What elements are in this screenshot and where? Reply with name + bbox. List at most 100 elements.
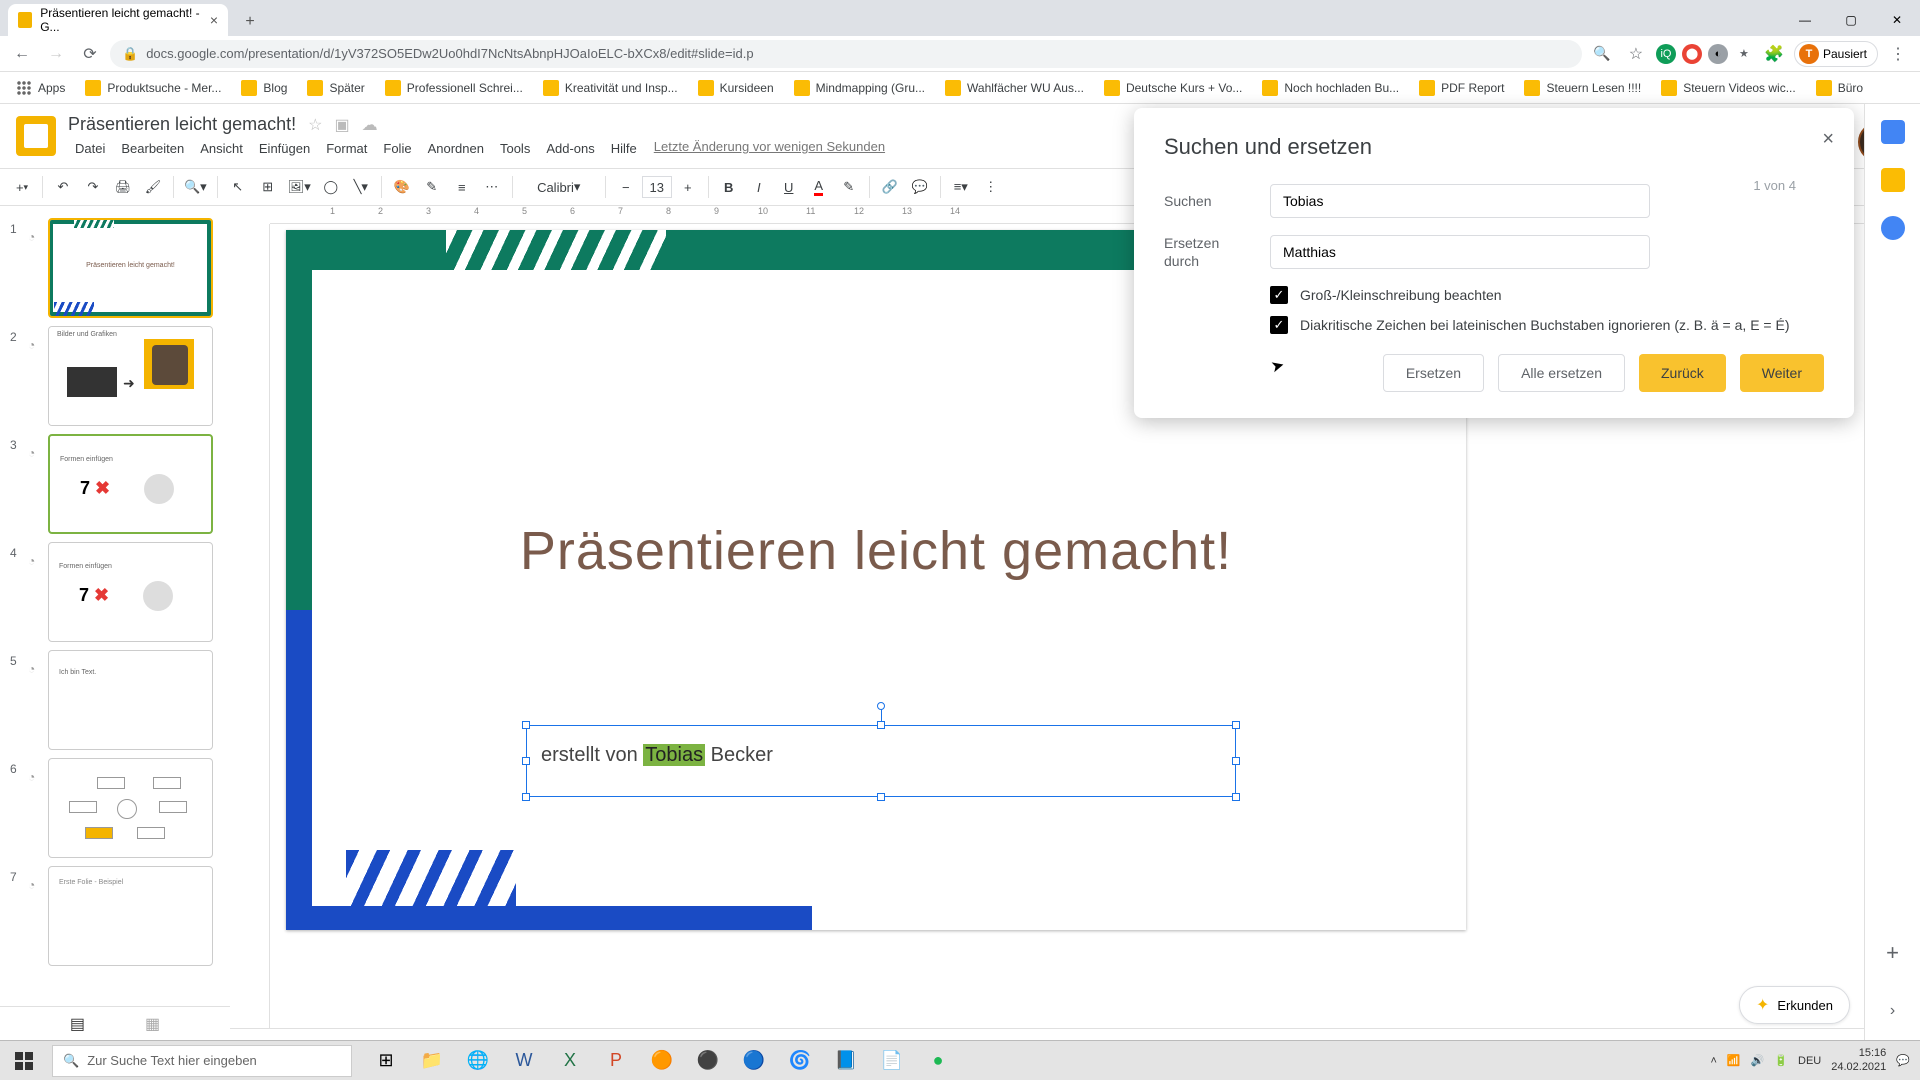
italic-button[interactable]: I <box>745 173 773 201</box>
shape-tool[interactable]: ◯ <box>317 173 345 201</box>
diacritics-checkbox[interactable]: ✓ <box>1270 316 1288 334</box>
bookmark-item[interactable]: Deutsche Kurs + Vo... <box>1096 76 1250 100</box>
star-icon[interactable]: ☆ <box>308 115 322 135</box>
transition-icon[interactable]: ◔ <box>28 338 42 352</box>
subtitle-text[interactable]: erstellt von Tobias Becker <box>527 726 1235 785</box>
select-tool[interactable]: ↖ <box>224 173 252 201</box>
slide-thumbnail-5[interactable]: Ich bin Text. <box>48 650 213 750</box>
maximize-button[interactable]: ▢ <box>1828 4 1874 36</box>
border-color-button[interactable]: ✎ <box>418 173 446 201</box>
border-weight-button[interactable]: ≡ <box>448 173 476 201</box>
replace-input[interactable] <box>1270 235 1650 269</box>
new-tab-button[interactable]: + <box>236 8 264 36</box>
new-slide-button[interactable]: +▾ <box>8 173 36 201</box>
transition-icon[interactable]: ◔ <box>28 662 42 676</box>
menu-anordnen[interactable]: Anordnen <box>421 139 491 158</box>
profile-button[interactable]: T Pausiert <box>1794 41 1878 67</box>
bookmark-item[interactable]: Professionell Schrei... <box>377 76 531 100</box>
menu-tools[interactable]: Tools <box>493 139 537 158</box>
bookmark-star-icon[interactable]: ☆ <box>1622 40 1650 68</box>
last-change-text[interactable]: Letzte Änderung vor wenigen Sekunden <box>654 139 885 158</box>
notepad-icon[interactable]: 📄 <box>870 1041 914 1081</box>
menu-datei[interactable]: Datei <box>68 139 112 158</box>
word-icon[interactable]: W <box>502 1041 546 1081</box>
image-tool[interactable]: 🖼▾ <box>284 173 315 201</box>
reload-button[interactable]: ⟳ <box>76 40 104 68</box>
cloud-icon[interactable]: ☁ <box>362 115 378 135</box>
resize-handle[interactable] <box>1232 793 1240 801</box>
chrome-icon[interactable]: 🔵 <box>732 1041 776 1081</box>
resize-handle[interactable] <box>522 757 530 765</box>
extension-icon-1[interactable]: iQ <box>1656 44 1676 64</box>
align-button[interactable]: ≡▾ <box>947 173 975 201</box>
menu-ansicht[interactable]: Ansicht <box>193 139 250 158</box>
bookmark-item[interactable]: Mindmapping (Gru... <box>786 76 933 100</box>
redo-button[interactable]: ↷ <box>79 173 107 201</box>
underline-button[interactable]: U <box>775 173 803 201</box>
bookmark-item[interactable]: Kursideen <box>690 76 782 100</box>
app2-icon[interactable]: 📘 <box>824 1041 868 1081</box>
apps-button[interactable]: Apps <box>8 76 73 100</box>
transition-icon[interactable]: ◔ <box>28 230 42 244</box>
extension-icon-4[interactable]: ★ <box>1734 44 1754 64</box>
clock[interactable]: 15:16 24.02.2021 <box>1831 1047 1886 1073</box>
menu-bearbeiten[interactable]: Bearbeiten <box>114 139 191 158</box>
edge-icon[interactable]: 🌐 <box>456 1041 500 1081</box>
slide-thumbnail-1[interactable]: Präsentieren leicht gemacht! <box>48 218 213 318</box>
grid-view-icon[interactable]: ▦ <box>145 1014 160 1034</box>
textbox-tool[interactable]: ⊞ <box>254 173 282 201</box>
volume-icon[interactable]: 🔊 <box>1751 1054 1765 1067</box>
language-indicator[interactable]: DEU <box>1798 1055 1821 1067</box>
slide-thumbnail-6[interactable] <box>48 758 213 858</box>
more-button[interactable]: ⋮ <box>977 173 1005 201</box>
resize-handle[interactable] <box>522 793 530 801</box>
resize-handle[interactable] <box>522 721 530 729</box>
extensions-puzzle-icon[interactable]: 🧩 <box>1760 40 1788 68</box>
tasks-icon[interactable] <box>1881 216 1905 240</box>
taskbar-search[interactable]: 🔍 Zur Suche Text hier eingeben <box>52 1045 352 1077</box>
extension-icon-2[interactable]: ⬤ <box>1682 44 1702 64</box>
close-button[interactable]: ✕ <box>1874 4 1920 36</box>
browser-tab[interactable]: Präsentieren leicht gemacht! - G... × <box>8 4 228 36</box>
chrome-menu-icon[interactable]: ⋮ <box>1884 40 1912 68</box>
calendar-icon[interactable] <box>1881 120 1905 144</box>
zoom-icon[interactable]: 🔍 <box>1588 40 1616 68</box>
match-case-checkbox[interactable]: ✓ <box>1270 286 1288 304</box>
edge2-icon[interactable]: 🌀 <box>778 1041 822 1081</box>
line-tool[interactable]: ╲▾ <box>347 173 375 201</box>
back-button[interactable]: ← <box>8 40 36 68</box>
add-side-panel-button[interactable]: + <box>1886 940 1899 966</box>
rotation-handle[interactable] <box>877 702 885 710</box>
tray-expand-icon[interactable]: ˄ <box>1710 1055 1716 1067</box>
border-dash-button[interactable]: ⋯ <box>478 173 506 201</box>
transition-icon[interactable]: ◔ <box>28 878 42 892</box>
fill-color-button[interactable]: 🎨 <box>388 173 416 201</box>
keep-icon[interactable] <box>1881 168 1905 192</box>
bookmark-item[interactable]: Steuern Videos wic... <box>1653 76 1804 100</box>
move-icon[interactable]: ▣ <box>334 115 349 135</box>
bookmark-item[interactable]: Wahlfächer WU Aus... <box>937 76 1092 100</box>
filmstrip-view-icon[interactable]: ▤ <box>70 1014 85 1034</box>
bookmark-item[interactable]: Noch hochladen Bu... <box>1254 76 1407 100</box>
search-input[interactable] <box>1270 184 1650 218</box>
next-button[interactable]: Weiter <box>1740 354 1824 392</box>
bookmark-item[interactable]: PDF Report <box>1411 76 1512 100</box>
bookmark-item[interactable]: Büro <box>1808 76 1871 100</box>
battery-icon[interactable]: 🔋 <box>1774 1054 1788 1067</box>
bold-button[interactable]: B <box>715 173 743 201</box>
slide-title-text[interactable]: Präsentieren leicht gemacht! <box>286 520 1466 582</box>
task-view-icon[interactable]: ⊞ <box>364 1041 408 1081</box>
wifi-icon[interactable]: 📶 <box>1727 1054 1741 1067</box>
obs-icon[interactable]: ⚫ <box>686 1041 730 1081</box>
font-size-increase[interactable]: + <box>674 173 702 201</box>
subtitle-textbox[interactable]: erstellt von Tobias Becker <box>526 725 1236 797</box>
link-button[interactable]: 🔗 <box>876 173 904 201</box>
collapse-side-panel-button[interactable]: › <box>1890 1002 1895 1020</box>
bookmark-item[interactable]: Produktsuche - Mer... <box>77 76 229 100</box>
explorer-icon[interactable]: 📁 <box>410 1041 454 1081</box>
undo-button[interactable]: ↶ <box>49 173 77 201</box>
minimize-button[interactable]: — <box>1782 4 1828 36</box>
font-size-decrease[interactable]: − <box>612 173 640 201</box>
menu-einfuegen[interactable]: Einfügen <box>252 139 317 158</box>
bookmark-item[interactable]: Blog <box>233 76 295 100</box>
